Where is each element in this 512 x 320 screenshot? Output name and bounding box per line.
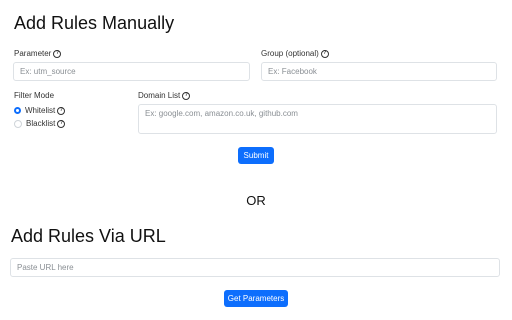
group-input[interactable] [261,62,497,81]
help-icon[interactable]: ? [57,106,66,115]
domain-list-textarea[interactable] [138,104,497,134]
submit-button[interactable]: Submit [238,147,274,164]
parameter-label: Parameter ? [14,49,62,58]
parameter-label-text: Parameter [14,49,52,58]
radio-selected-icon[interactable] [14,107,21,114]
or-divider: OR [246,193,266,208]
help-icon[interactable]: ? [320,49,329,58]
get-parameters-button[interactable]: Get Parameters [224,290,288,307]
url-input[interactable] [10,258,500,277]
help-icon[interactable]: ? [53,49,62,58]
group-label-text: Group (optional) [261,49,319,58]
group-label: Group (optional) ? [261,49,329,58]
radio-unselected-icon[interactable] [14,119,22,128]
domain-list-label: Domain List ? [138,91,191,100]
whitelist-label: Whitelist [25,106,56,115]
whitelist-radio[interactable]: Whitelist ? [14,106,66,115]
url-section-title: Add Rules Via URL [11,226,166,246]
parameter-input[interactable] [13,62,250,81]
help-icon[interactable]: ? [182,91,191,100]
filter-mode-label: Filter Mode [14,91,55,100]
domain-list-label-text: Domain List [138,91,181,100]
manual-section-title: Add Rules Manually [14,13,175,33]
help-icon[interactable]: ? [57,119,66,128]
blacklist-radio[interactable]: Blacklist ? [14,119,66,128]
blacklist-label: Blacklist [26,119,56,128]
